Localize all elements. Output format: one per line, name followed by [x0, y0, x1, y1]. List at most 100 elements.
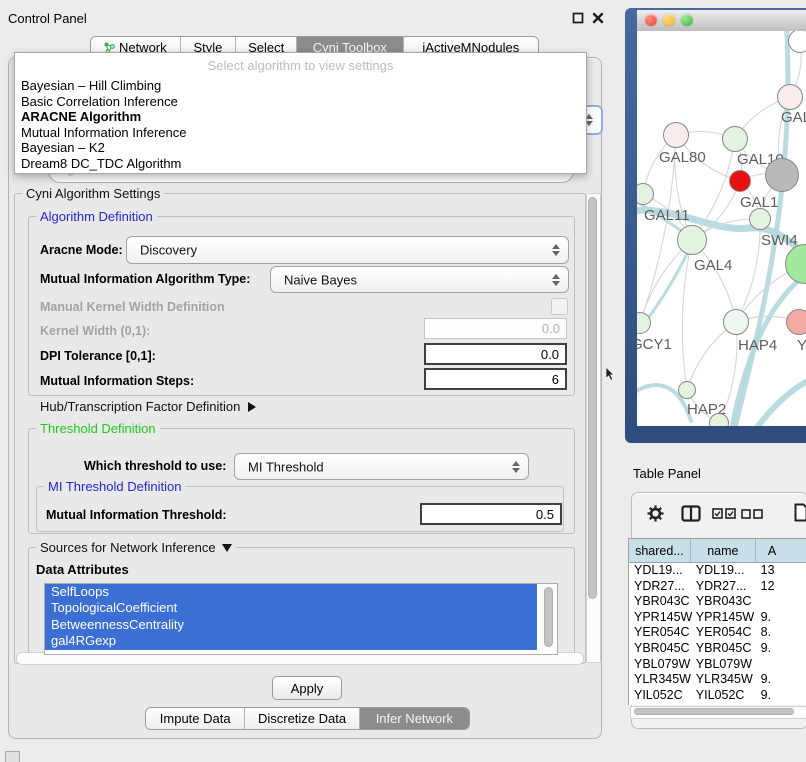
collapsed-arrow-icon[interactable] [248, 402, 256, 412]
mi-steps-input[interactable] [424, 368, 567, 390]
dock-mini-button[interactable] [5, 751, 20, 762]
minimize-traffic-light[interactable] [663, 14, 675, 26]
table-row[interactable]: YIL052CYIL052C9. [629, 688, 806, 704]
kernel-width-input[interactable] [424, 318, 567, 339]
network-node-gal10[interactable] [722, 126, 748, 152]
table-row[interactable]: YBL079WYBL079W [629, 657, 806, 673]
spinner-arrows-icon [552, 244, 561, 256]
aracne-mode-combo[interactable]: Discovery [126, 236, 569, 264]
table-cell: YBR045C [692, 641, 758, 657]
table-row[interactable]: YDL19...YDL19...13 [629, 563, 806, 579]
table-cell: 12 [758, 579, 806, 595]
table-row[interactable]: YBR043CYBR043C [629, 594, 806, 610]
mouse-cursor [606, 367, 617, 381]
which-threshold-combo[interactable]: MI Threshold [234, 453, 529, 480]
dropdown-item-dream8-dc-tdc-algorithm[interactable]: Dream8 DC_TDC Algorithm [15, 156, 586, 172]
split-columns-icon[interactable] [681, 505, 701, 522]
table-panel-title: Table Panel [633, 466, 701, 481]
network-node-gal1[interactable] [729, 170, 751, 192]
table-cell: YLR345W [692, 672, 758, 688]
table-cell: YBR043C [629, 594, 692, 610]
expanded-arrow-icon[interactable] [222, 544, 232, 552]
table-row[interactable]: YPR145WYPR145W9. [629, 610, 806, 626]
dropdown-item-bayesian-k2[interactable]: Bayesian – K2 [15, 140, 586, 156]
table-horizontal-scrollbar[interactable] [630, 706, 806, 719]
table-cell: YDR27... [692, 579, 758, 595]
network-node[interactable] [709, 413, 729, 426]
attribute-item-gal4rgexp[interactable]: gal4RGexp [45, 633, 537, 649]
hub-definition-section[interactable]: Hub/Transcription Factor Definition [40, 399, 256, 414]
node-table[interactable]: shared...nameA YDL19...YDL19...13YDR27..… [628, 538, 806, 705]
attribute-item-betweennesscentrality[interactable]: BetweennessCentrality [45, 617, 537, 633]
network-node-gal11[interactable] [637, 183, 654, 205]
dropdown-item-aracne-algorithm[interactable]: ARACNE Algorithm [15, 109, 586, 125]
network-node-y[interactable] [786, 309, 806, 335]
attributes-scrollbar[interactable] [543, 586, 555, 650]
network-node-gal4[interactable] [677, 225, 707, 255]
tab-discretize-data[interactable]: Discretize Data [245, 708, 359, 729]
zoom-traffic-light[interactable] [681, 14, 693, 26]
network-window-titlebar[interactable] [637, 10, 806, 32]
manual-kernel-checkbox[interactable] [551, 298, 568, 315]
table-row[interactable]: YLR345WYLR345W9. [629, 672, 806, 688]
select-all-checkbox-icon[interactable] [712, 508, 736, 519]
column-header-shared[interactable]: shared... [629, 539, 691, 562]
table-row[interactable]: YER054CYER054C8. [629, 625, 806, 641]
table-cell: 9. [758, 641, 806, 657]
apply-button[interactable]: Apply [272, 676, 342, 700]
kernel-width-label: Kernel Width (0,1): [40, 324, 150, 338]
mi-threshold-label: Mutual Information Threshold: [46, 508, 227, 522]
data-attributes-list[interactable]: SelfLoopsTopologicalCoefficientBetweenne… [44, 583, 558, 655]
dpi-tolerance-input[interactable] [424, 343, 567, 365]
table-cell: YPR145W [629, 610, 692, 626]
mi-threshold-input[interactable] [420, 503, 562, 525]
table-row[interactable]: YBR045CYBR045C9. [629, 641, 806, 657]
aracne-mode-label: Aracne Mode: [40, 243, 123, 257]
column-header-name[interactable]: name [691, 539, 756, 562]
network-node-swi4[interactable] [749, 208, 771, 230]
attribute-item-topologicalcoefficient[interactable]: TopologicalCoefficient [45, 600, 537, 616]
table-cell: YIL052C [692, 688, 758, 704]
node-label: Y [797, 337, 806, 354]
network-node[interactable] [785, 244, 806, 284]
table-cell: YBL079W [629, 657, 692, 673]
node-label: GAL11 [644, 207, 690, 224]
which-threshold-value: MI Threshold [248, 459, 324, 474]
mi-type-combo[interactable]: Naive Bayes [270, 266, 569, 293]
network-node-hap4[interactable] [723, 309, 749, 335]
mi-threshold-group-title: MI Threshold Definition [44, 479, 185, 494]
close-icon[interactable] [592, 12, 604, 24]
attribute-item-selfloops[interactable]: SelfLoops [45, 584, 537, 600]
settings-vertical-scrollbar[interactable] [586, 193, 601, 663]
tab-label: Infer Network [376, 711, 453, 726]
network-canvas[interactable]: GALGAL80GAL10GAL1GAL11SWI4GAL4GCY1HAP4YH… [637, 31, 806, 426]
network-node[interactable] [788, 31, 806, 53]
close-traffic-light[interactable] [645, 14, 657, 26]
tab-impute-data[interactable]: Impute Data [146, 708, 245, 729]
dropdown-item-mutual-information-inference[interactable]: Mutual Information Inference [15, 125, 586, 141]
algorithm-definition-title: Algorithm Definition [36, 209, 157, 224]
float-window-icon[interactable] [572, 12, 584, 24]
application-root: Control Panel NetworkStyleSelectCyni Too… [0, 0, 806, 762]
new-table-icon[interactable] [794, 503, 806, 523]
network-node[interactable] [765, 158, 799, 192]
table-cell: YER054C [629, 625, 692, 641]
network-node-hap2[interactable] [678, 381, 696, 399]
table-row[interactable]: YDR27...YDR27...12 [629, 579, 806, 595]
dropdown-item-bayesian-hill-climbing[interactable]: Bayesian – Hill Climbing [15, 78, 586, 94]
gear-icon[interactable] [647, 505, 664, 522]
mi-steps-label: Mutual Information Steps: [40, 374, 194, 388]
network-node-gal[interactable] [777, 84, 803, 110]
network-node-gal80[interactable] [663, 122, 689, 148]
tab-infer-network[interactable]: Infer Network [360, 708, 469, 729]
deselect-all-checkbox-icon[interactable] [741, 509, 763, 519]
network-node-gcy1[interactable] [637, 312, 651, 334]
dropdown-placeholder: Select algorithm to view settings [15, 53, 586, 78]
table-cell: 8. [758, 625, 806, 641]
table-cell: YBL079W [692, 657, 758, 673]
table-cell: YBR045C [629, 641, 692, 657]
dpi-tolerance-label: DPI Tolerance [0,1]: [40, 349, 156, 363]
column-header-a[interactable]: A [756, 539, 806, 562]
table-cell: YBR043C [692, 594, 758, 610]
dropdown-item-basic-correlation-inference[interactable]: Basic Correlation Inference [15, 94, 586, 110]
